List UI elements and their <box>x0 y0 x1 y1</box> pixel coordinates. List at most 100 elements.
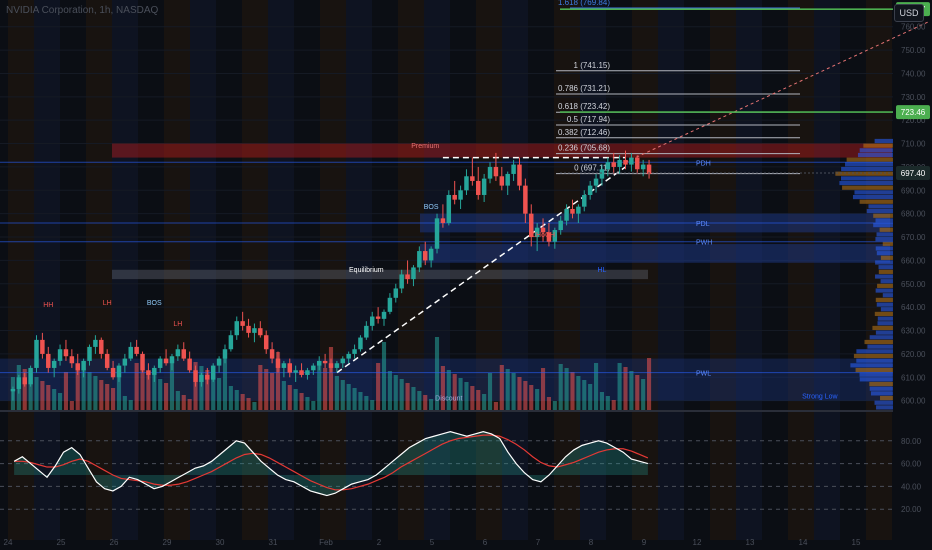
time-tick-label: 24 <box>4 538 13 547</box>
volume-bar <box>63 372 69 410</box>
price-tick-label: 600.00 <box>901 397 926 406</box>
candle-body <box>605 162 611 170</box>
volume-profile-bar <box>859 148 893 153</box>
volume-bar <box>334 376 339 410</box>
candle-body <box>399 274 404 289</box>
volume-bar <box>240 394 245 410</box>
volume-bar <box>505 369 510 410</box>
candle-body <box>40 339 45 354</box>
candle-body <box>582 194 587 207</box>
candle-body <box>275 358 281 368</box>
volume-bar <box>281 381 286 410</box>
volume-profile-bar <box>866 209 893 214</box>
time-tick-label: Feb <box>319 538 333 547</box>
volume-profile-bar <box>846 157 893 162</box>
price-chart[interactable]: 1.618 (769.84) 1 (741.15) 0.786 (731.21) 0.… <box>0 0 932 550</box>
session-band <box>684 0 710 540</box>
candle-body <box>140 353 145 371</box>
candle-body <box>411 267 416 280</box>
volume-profile-bar <box>876 405 893 410</box>
session-band <box>762 0 788 540</box>
annotation-label: Strong Low <box>802 393 838 400</box>
time-tick-label: 15 <box>852 538 861 547</box>
time-tick-label: 5 <box>430 538 435 547</box>
volume-bar <box>217 378 222 410</box>
volume-bar <box>582 380 587 410</box>
price-tick-label: 740.00 <box>901 69 926 78</box>
candle-body <box>470 176 475 181</box>
candle-body <box>328 363 334 368</box>
candle-body <box>340 358 346 364</box>
volume-bar <box>482 394 487 410</box>
fib-label: 1.618 (769.84) <box>558 0 610 7</box>
volume-profile-bar <box>877 321 893 326</box>
volume-bar <box>570 372 575 410</box>
time-tick-label: 29 <box>163 538 172 547</box>
candle-body <box>110 367 116 378</box>
time-tick-label: 13 <box>746 538 755 547</box>
volume-profile-bar <box>880 279 893 284</box>
rsi-tick-label: 20.00 <box>901 505 922 514</box>
volume-bar <box>546 397 551 410</box>
candle-body <box>517 164 522 186</box>
annotation-label: HH <box>43 302 53 309</box>
candle-body <box>629 157 634 165</box>
candle-body <box>287 363 293 373</box>
volume-bar <box>187 399 192 410</box>
volume-profile-bar <box>870 391 893 396</box>
annotation-label: Premium <box>411 143 439 150</box>
candle-body <box>263 335 269 350</box>
candle-body <box>640 164 646 170</box>
candle-body <box>146 370 151 375</box>
volume-profile-bar <box>875 288 893 293</box>
currency-button[interactable]: USD <box>894 4 924 22</box>
volume-profile-bar <box>869 335 893 340</box>
candle-body <box>387 297 393 312</box>
candle-body <box>593 178 599 186</box>
fib-label: 0.236 (705.68) <box>558 144 610 153</box>
volume-bar <box>328 347 334 410</box>
time-tick-label: 30 <box>216 538 225 547</box>
fib-label: 0.5 (717.94) <box>567 115 610 124</box>
volume-bar <box>511 373 516 410</box>
volume-bar <box>393 375 398 410</box>
price-tick-label: 620.00 <box>901 350 926 359</box>
rsi-tick-label: 60.00 <box>901 460 922 469</box>
candle-body <box>511 164 516 174</box>
key-level-label: PWL <box>696 371 711 378</box>
fib-label: 0.618 (723.42) <box>558 102 610 111</box>
volume-bar <box>381 342 387 410</box>
volume-bar <box>411 387 416 410</box>
volume-profile-bar <box>875 260 893 265</box>
candle-body <box>493 166 499 177</box>
volume-bar <box>446 370 451 410</box>
volume-bar <box>499 365 504 410</box>
price-tick-label: 680.00 <box>901 210 926 219</box>
volume-bar <box>293 389 298 410</box>
volume-bar <box>222 357 228 410</box>
volume-profile-bar <box>863 143 893 148</box>
candle-body <box>334 363 340 368</box>
volume-bar <box>93 376 98 410</box>
volume-profile-bar <box>850 363 893 368</box>
candle-body <box>134 346 139 354</box>
volume-bar <box>588 384 593 410</box>
candle-body <box>611 162 616 167</box>
candle-body <box>240 321 245 326</box>
volume-profile-bar <box>878 269 893 274</box>
candle-body <box>269 349 275 359</box>
volume-bar <box>140 367 145 410</box>
candle-body <box>587 185 593 195</box>
candle-body <box>570 209 575 214</box>
candle-body <box>381 311 387 319</box>
volume-profile-bar <box>875 237 893 242</box>
candle-body <box>28 367 33 385</box>
fib-label: 0 (697.11) <box>574 164 610 173</box>
volume-profile-bar <box>873 223 893 228</box>
candle-body <box>358 337 363 350</box>
candle-body <box>75 363 80 371</box>
volume-profile-bar <box>876 302 893 307</box>
annotation-label: LH <box>173 321 182 328</box>
volume-profile-bar <box>869 381 893 387</box>
volume-bar <box>264 369 269 410</box>
